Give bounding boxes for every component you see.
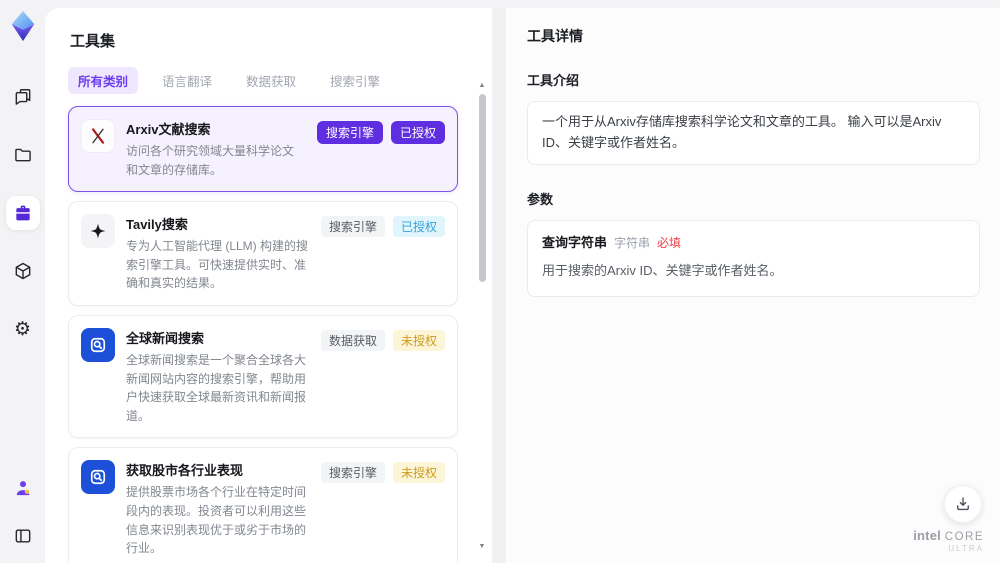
user-avatar-icon[interactable] [6, 471, 40, 505]
toolbox-icon[interactable] [5, 196, 40, 230]
left-sidebar-rail: ⚙ [0, 0, 45, 563]
tavily-star-icon [81, 214, 115, 249]
download-icon [957, 497, 969, 511]
scroll-down-arrow-icon[interactable]: ▼ [479, 543, 486, 551]
param-card: 查询字符串 字符串 必填 用于搜索的Arxiv ID、关键字或作者姓名。 [527, 219, 980, 298]
tool-detail-pane: 工具详情 工具介绍 一个用于从Arxiv存储库搜索科学论文和文章的工具。 输入可… [506, 8, 1000, 563]
ultra-wordmark: ULTRA [948, 544, 984, 553]
category-tabs: 所有类别 语言翻译 数据获取 搜索引擎 [68, 67, 482, 94]
category-tag: 数据获取 [320, 329, 385, 351]
intel-wordmark: intel [913, 528, 941, 543]
rail-navigation: ⚙ [5, 80, 40, 346]
auth-badge: 未授权 [392, 329, 445, 351]
cube-icon[interactable] [6, 254, 40, 288]
category-tag: 搜索引擎 [320, 462, 385, 484]
main-surface: 工具集 所有类别 语言翻译 数据获取 搜索引擎 Arxiv文献搜索 访问各个研究… [45, 8, 1000, 563]
tab-data-fetching[interactable]: 数据获取 [236, 67, 306, 94]
tool-title: 全球新闻搜索 [126, 330, 205, 346]
folder-icon[interactable] [6, 138, 40, 172]
intel-core-logo: intel CORE ULTRA [913, 528, 984, 553]
intro-text-box: 一个用于从Arxiv存储库搜索科学论文和文章的工具。 输入可以是Arxiv ID… [527, 101, 980, 165]
param-required-badge: 必填 [657, 235, 682, 250]
arxiv-logo-icon [81, 119, 115, 153]
tool-description: 访问各个研究领域大量科学论文和文章的存储库。 [126, 144, 295, 177]
rail-bottom-group [6, 471, 40, 553]
auth-badge: 未授权 [392, 462, 445, 484]
tool-description: 全球新闻搜索是一个聚合全球各大新闻网站内容的搜索引擎，帮助用户快速获取全球最新资… [126, 352, 307, 423]
tab-language-translation[interactable]: 语言翻译 [152, 67, 222, 94]
stock-search-icon [81, 460, 115, 495]
tool-card-tavily[interactable]: Tavily搜索 专为人工智能代理 (LLM) 构建的搜索引擎工具。可快速提供实… [68, 201, 458, 306]
param-description: 用于搜索的Arxiv ID、关键字或作者姓名。 [542, 263, 783, 279]
tab-all-categories[interactable]: 所有类别 [68, 67, 139, 94]
tool-title: Tavily搜索 [126, 217, 188, 233]
tool-description: 专为人工智能代理 (LLM) 构建的搜索引擎工具。可快速提供实时、准确和真实的结… [126, 239, 309, 291]
param-type: 字符串 [614, 235, 651, 250]
param-name: 查询字符串 [542, 234, 608, 250]
tool-card-list: Arxiv文献搜索 访问各个研究领域大量科学论文和文章的存储库。 搜索引擎 已授… [68, 106, 482, 563]
scroll-up-arrow-icon[interactable]: ▲ [479, 82, 486, 90]
tool-description: 提供股票市场各个行业在特定时间段内的表现。投资者可以利用这些信息来识别表现优于或… [126, 485, 307, 556]
tool-list-pane: 工具集 所有类别 语言翻译 数据获取 搜索引擎 Arxiv文献搜索 访问各个研究… [45, 8, 492, 563]
list-scrollbar[interactable]: ▲ ▼ [477, 82, 487, 551]
app-logo-icon [8, 10, 38, 42]
pane-divider [492, 8, 506, 563]
news-search-icon [81, 327, 115, 362]
tool-card-global-news[interactable]: 全球新闻搜索 全球新闻搜索是一个聚合全球各大新闻网站内容的搜索引擎，帮助用户快速… [68, 314, 458, 439]
gear-icon[interactable]: ⚙ [6, 312, 40, 346]
tool-title: 获取股市各行业表现 [126, 463, 244, 479]
params-heading: 参数 [527, 191, 554, 207]
tab-search-engine[interactable]: 搜索引擎 [320, 67, 390, 94]
scrollbar-thumb[interactable] [478, 94, 486, 282]
download-button[interactable] [944, 485, 982, 523]
tool-title: Arxiv文献搜索 [126, 122, 211, 137]
tool-card-sector-performance[interactable]: 获取股市各行业表现 提供股票市场各个行业在特定时间段内的表现。投资者可以利用这些… [68, 447, 458, 563]
auth-badge: 已授权 [392, 216, 445, 238]
chat-icon[interactable] [6, 80, 40, 114]
collapse-panel-icon[interactable] [6, 519, 40, 553]
page-title: 工具集 [70, 33, 116, 50]
category-tag[interactable]: 搜索引擎 [316, 121, 383, 144]
intro-heading: 工具介绍 [527, 73, 580, 88]
detail-title: 工具详情 [527, 28, 583, 44]
category-tag: 搜索引擎 [320, 216, 385, 238]
core-wordmark: CORE [944, 531, 984, 543]
auth-badge[interactable]: 已授权 [390, 121, 445, 144]
tool-card-arxiv[interactable]: Arxiv文献搜索 访问各个研究领域大量科学论文和文章的存储库。 搜索引擎 已授… [68, 106, 458, 193]
